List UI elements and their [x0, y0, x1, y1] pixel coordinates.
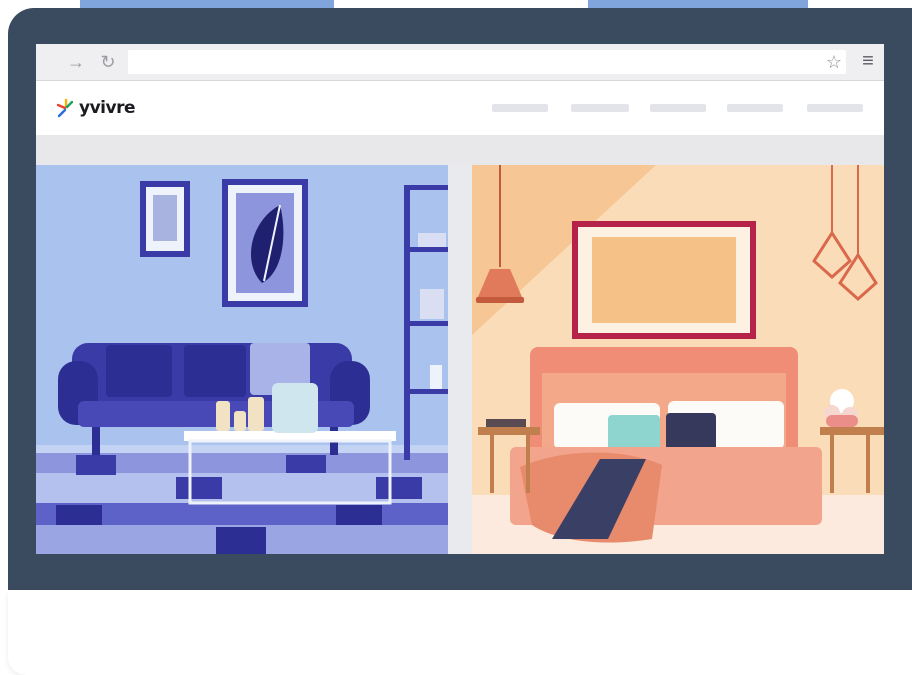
nav-link-2[interactable]	[571, 104, 629, 112]
top-tab-left	[80, 0, 334, 8]
browser-toolbar: → ↻ ☆ ≡	[36, 44, 884, 81]
logo-text: yvivre	[79, 98, 136, 118]
living-room-scene	[36, 165, 448, 554]
hamburger-menu-icon[interactable]: ≡	[858, 51, 878, 71]
star-icon[interactable]: ☆	[826, 50, 842, 74]
site-logo[interactable]: yvivre	[54, 93, 136, 123]
small-frame	[140, 181, 190, 257]
nav-link-3[interactable]	[650, 104, 706, 112]
nav-link-5[interactable]	[807, 104, 863, 112]
nav-link-4[interactable]	[727, 104, 783, 112]
forward-icon[interactable]: →	[66, 52, 86, 72]
leaf-frame	[222, 179, 308, 307]
bedroom-scene	[472, 165, 884, 554]
bedroom-frame	[572, 221, 756, 339]
bed	[510, 347, 822, 543]
hero-illustration	[36, 165, 884, 554]
address-bar[interactable]: ☆	[128, 50, 846, 74]
room-divider	[448, 165, 472, 554]
logo-mark-icon	[56, 98, 74, 118]
monitor-base	[8, 590, 912, 675]
top-tab-right	[588, 0, 808, 8]
browser-window: → ↻ ☆ ≡ yvivre	[36, 44, 884, 554]
site-header: yvivre	[36, 81, 884, 135]
nav-link-1[interactable]	[492, 104, 548, 112]
reload-icon[interactable]: ↻	[98, 52, 118, 72]
